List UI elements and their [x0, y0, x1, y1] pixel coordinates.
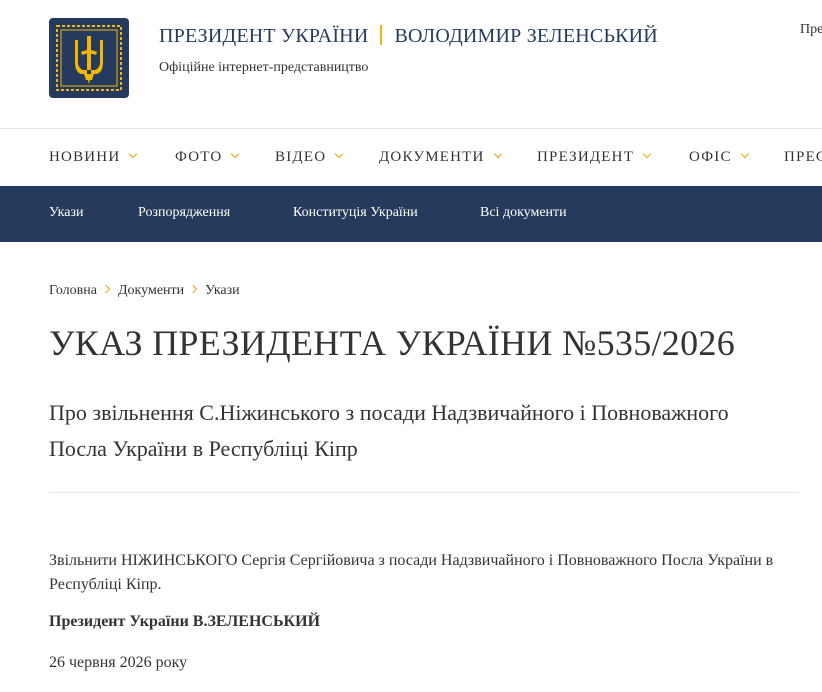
divider	[49, 492, 799, 493]
nav-item-label: ФОТО	[175, 149, 223, 165]
nav-item-label: ПРЕС	[784, 149, 822, 165]
nav-item-label: ПРЕЗИДЕНТ	[537, 149, 635, 165]
nav-item-documents[interactable]: ДОКУМЕНТИ	[379, 149, 502, 166]
breadcrumb-decrees[interactable]: Укази	[205, 283, 240, 298]
chevron-down-icon	[334, 149, 344, 159]
decree-date: 26 червня 2026 року	[49, 654, 188, 671]
trident-icon	[56, 25, 122, 91]
site-header: ПРЕЗИДЕНТ УКРАЇНИ ВОЛОДИМИР ЗЕЛЕНСЬКИЙ Оф…	[0, 0, 822, 128]
nav-item-office[interactable]: ОФІС	[689, 149, 749, 166]
nav-item-press[interactable]: ПРЕС	[784, 149, 822, 166]
decree-body: Звільнити НІЖИНСЬКОГО Сергія Сергійовича…	[49, 552, 774, 593]
nav-item-news[interactable]: НОВИНИ	[49, 149, 138, 166]
chevron-down-icon	[642, 149, 652, 159]
nav-item-label: ДОКУМЕНТИ	[379, 149, 485, 165]
chevron-down-icon	[231, 149, 240, 159]
subnav-item-constitution[interactable]: Конституція України	[293, 205, 418, 221]
page-title: УКАЗ ПРЕЗИДЕНТА УКРАЇНИ №535/2026	[49, 323, 736, 363]
title-separator	[380, 25, 383, 45]
decree-signature: Президент України В.ЗЕЛЕНСЬКИЙ	[49, 613, 321, 630]
site-title[interactable]: ПРЕЗИДЕНТ УКРАЇНИ ВОЛОДИМИР ЗЕЛЕНСЬКИЙ	[159, 25, 658, 48]
nav-item-label: ВІДЕО	[275, 149, 327, 165]
decree-subtitle: Про звільнення С.Ніжинського з посади На…	[49, 400, 729, 461]
site-title-left[interactable]: ПРЕЗИДЕНТ УКРАЇНИ	[159, 25, 368, 47]
chevron-right-icon	[101, 284, 111, 294]
subnav-item-orders[interactable]: Розпорядження	[138, 205, 230, 221]
breadcrumb-home[interactable]: Головна	[49, 283, 97, 298]
site-logo[interactable]	[49, 18, 129, 98]
breadcrumb: Головна Документи Укази	[49, 283, 240, 299]
header-right-link[interactable]: Пре	[800, 22, 822, 38]
site-title-right[interactable]: ВОЛОДИМИР ЗЕЛЕНСЬКИЙ	[394, 25, 657, 47]
nav-item-president[interactable]: ПРЕЗИДЕНТ	[537, 149, 652, 166]
chevron-right-icon	[188, 284, 198, 294]
chevron-down-icon	[129, 149, 138, 159]
nav-item-label: НОВИНИ	[49, 149, 121, 165]
chevron-down-icon	[740, 149, 749, 159]
breadcrumb-documents[interactable]: Документи	[118, 283, 184, 298]
nav-item-label: ОФІС	[689, 149, 732, 165]
documents-subnavigation: Укази Розпорядження Конституція України …	[0, 186, 822, 242]
nav-item-video[interactable]: ВІДЕО	[275, 149, 344, 166]
subnav-item-all-documents[interactable]: Всі документи	[480, 205, 567, 221]
nav-item-photo[interactable]: ФОТО	[175, 149, 240, 166]
site-subtitle: Офіційне інтернет-представництво	[159, 60, 369, 75]
chevron-down-icon	[493, 149, 502, 159]
subnav-item-decrees[interactable]: Укази	[49, 205, 84, 221]
main-navigation: НОВИНИ ФОТО ВІДЕО ДОКУМЕНТИ ПРЕЗИДЕНТ ОФ…	[0, 128, 822, 186]
